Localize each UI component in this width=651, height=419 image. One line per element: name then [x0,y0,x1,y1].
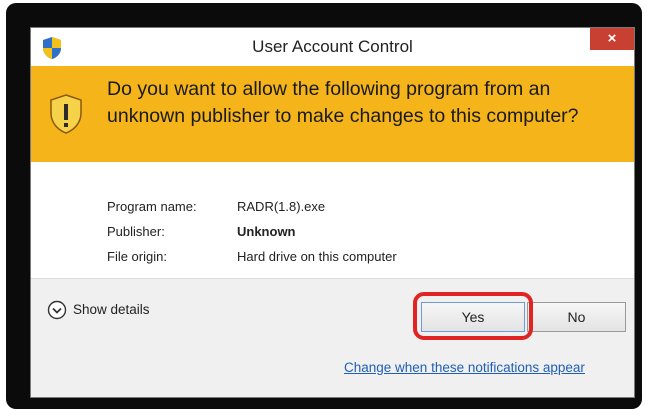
yes-button[interactable]: Yes [421,302,525,332]
detail-row-file-origin: File origin: Hard drive on this computer [107,249,397,264]
detail-row-publisher: Publisher: Unknown [107,224,296,239]
warning-message: Do you want to allow the following progr… [107,78,579,127]
dialog-title: User Account Control [252,37,413,56]
program-details: Program name: RADR(1.8).exe Publisher: Unk… [31,162,634,278]
dialog-footer: Show details Yes No Change when these no… [31,278,634,397]
change-notifications-link[interactable]: Change when these notifications appear [344,360,585,375]
uac-dialog: User Account Control × Do you want to al… [30,27,635,398]
chevron-down-icon [47,301,67,320]
show-details-label: Show details [73,302,150,317]
detail-row-program-name: Program name: RADR(1.8).exe [107,199,325,214]
show-details-toggle[interactable]: Show details [47,299,150,321]
no-button[interactable]: No [527,302,626,332]
detail-label: Program name: [107,199,197,214]
detail-value: RADR(1.8).exe [237,199,326,214]
detail-value: Hard drive on this computer [237,249,397,264]
close-button[interactable]: × [590,28,634,50]
detail-label: Publisher: [107,224,165,239]
warning-banner: Do you want to allow the following progr… [31,66,634,162]
detail-label: File origin: [107,249,167,264]
detail-value: Unknown [237,224,296,239]
title-bar: User Account Control × [31,28,634,66]
warning-shield-icon [50,94,82,134]
close-icon: × [607,30,617,47]
